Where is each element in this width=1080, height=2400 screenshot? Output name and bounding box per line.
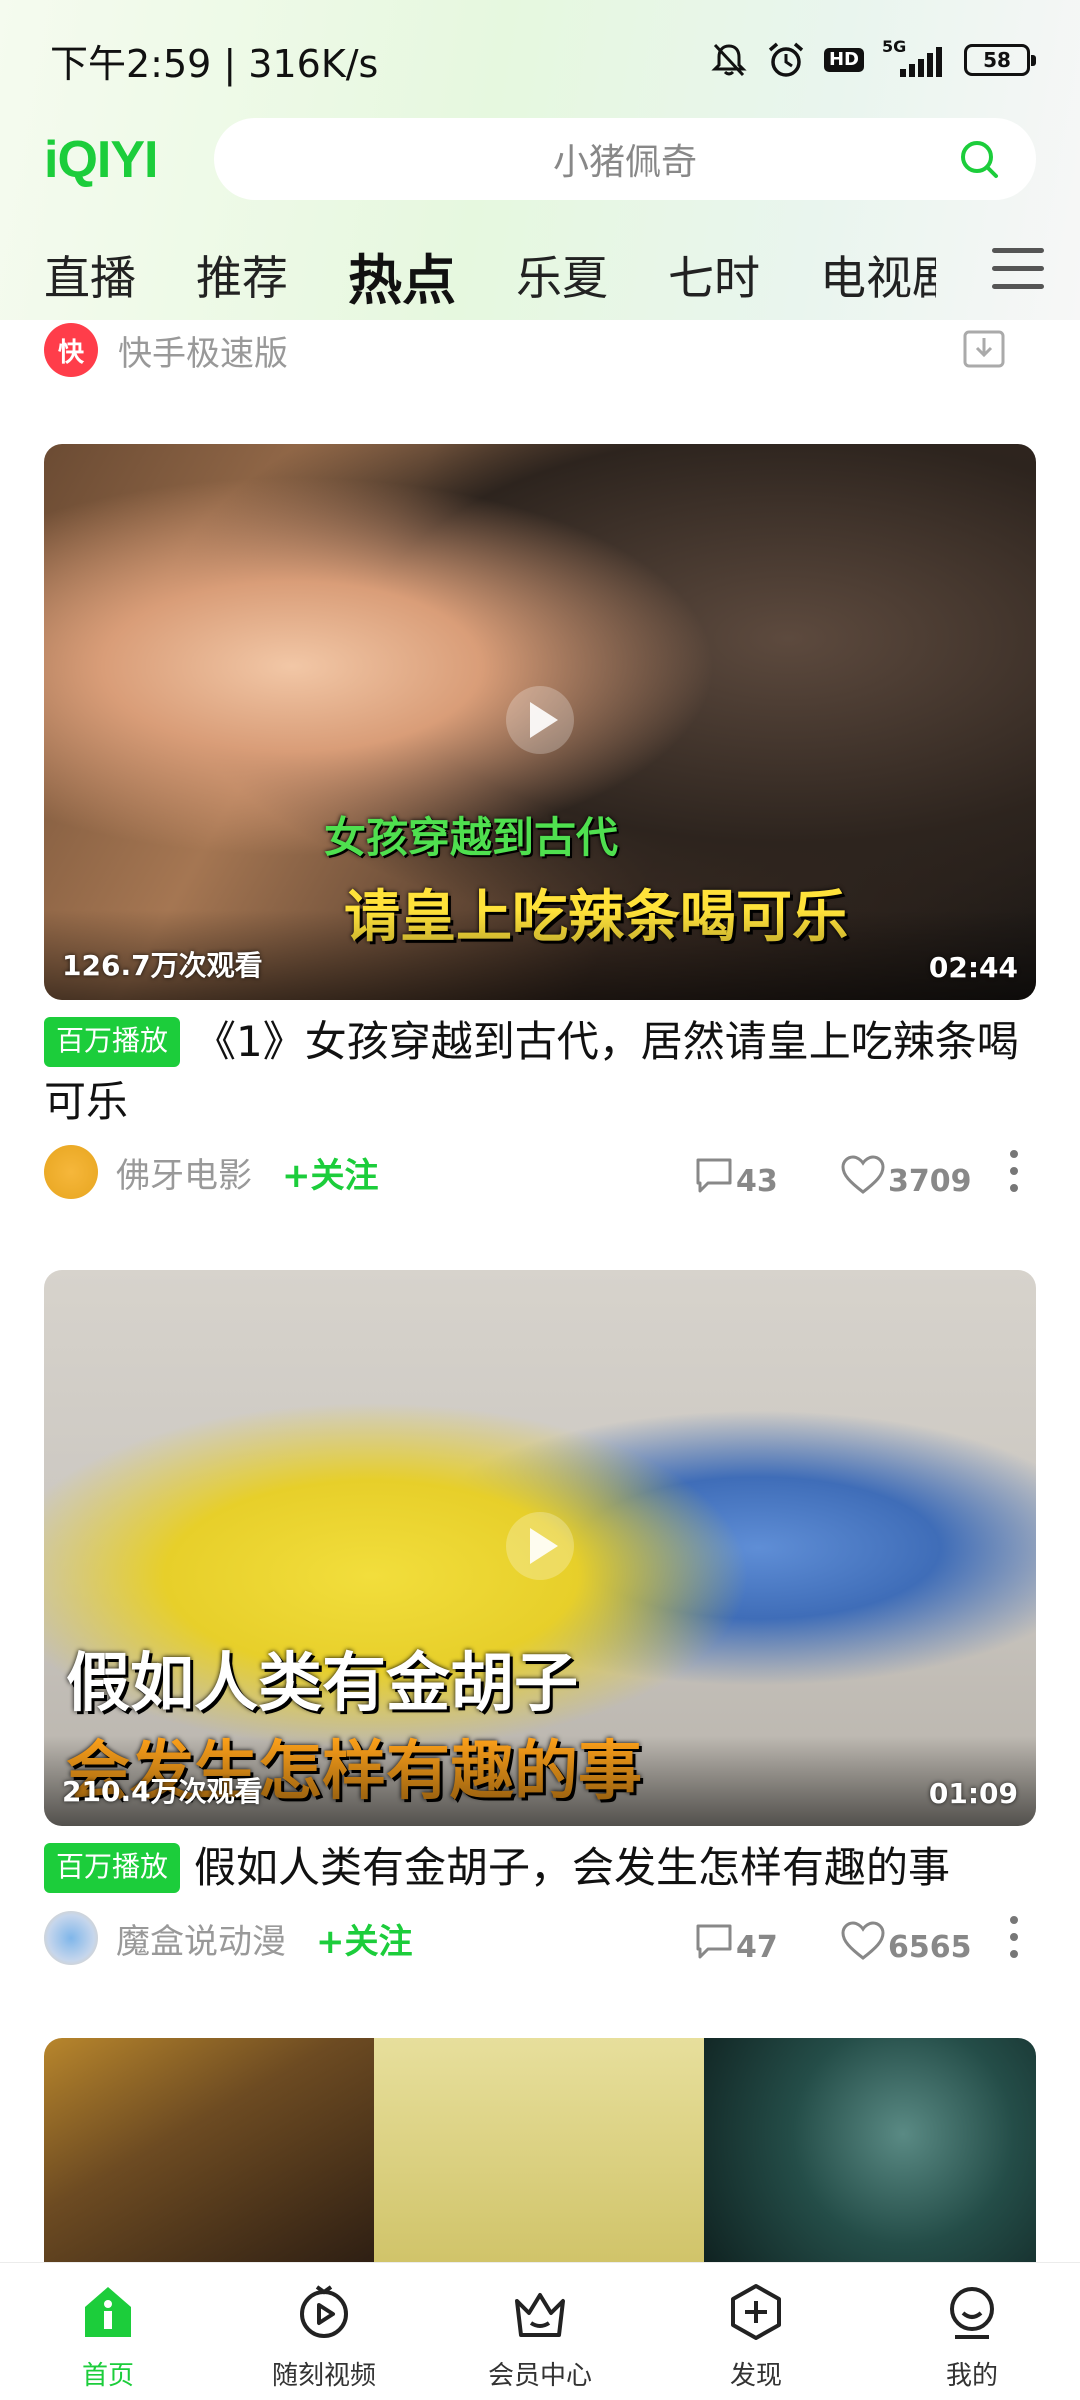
mute-bell-icon: [711, 43, 747, 77]
tab-live[interactable]: 直播: [44, 242, 136, 308]
nav-label: 首页: [81, 2361, 134, 2391]
menu-icon[interactable]: [992, 248, 1044, 298]
video-card[interactable]: 女孩穿越到古代 请皇上吃辣条喝可乐 126.7万次观看 02:44 百万播放《1…: [44, 444, 1036, 1202]
kuaishou-app-icon: 快: [44, 323, 98, 377]
status-bar: 下午2:59 | 316K/s HD 5G 58: [0, 0, 1080, 120]
search-input[interactable]: 小猪佩奇: [214, 118, 1036, 200]
video-card[interactable]: 假如人类有金胡子 会发生怎样有趣的事 210.4万次观看 01:09 百万播放假…: [44, 1270, 1036, 1968]
comment-button[interactable]: 43: [694, 1150, 778, 1199]
author-name[interactable]: 佛牙电影: [116, 1148, 252, 1197]
video-title[interactable]: 《1》女孩穿越到古代，居然请皇上吃辣条喝可乐: [44, 1017, 1019, 1126]
comment-button[interactable]: 47: [694, 1916, 778, 1965]
search-placeholder: 小猪佩奇: [552, 142, 697, 183]
tab-tv-series[interactable]: 电视剧: [820, 242, 936, 308]
view-count: 126.7万次观看: [62, 949, 263, 982]
video-thumbnail[interactable]: 女孩穿越到古代 请皇上吃辣条喝可乐 126.7万次观看 02:44: [44, 444, 1036, 1000]
nav-profile[interactable]: 我的: [864, 2263, 1080, 2392]
tab-recommend[interactable]: 推荐: [196, 242, 288, 308]
thumbnail-panel: [44, 2038, 374, 2278]
video-duration: 02:44: [928, 951, 1018, 984]
search-icon[interactable]: [958, 138, 1000, 180]
video-duration: 01:09: [928, 1777, 1018, 1810]
thumbnail-panel: [704, 2038, 1036, 2278]
comment-count: 47: [736, 1930, 778, 1965]
nav-label: 我的: [945, 2361, 998, 2391]
like-button[interactable]: 3709: [840, 1150, 972, 1199]
video-thumbnail[interactable]: 假如人类有金胡子 会发生怎样有趣的事 210.4万次观看 01:09: [44, 1270, 1036, 1826]
battery-icon: 58: [964, 44, 1036, 76]
avatar[interactable]: [44, 1145, 98, 1199]
tab-hot[interactable]: 热点: [348, 236, 456, 315]
nav-label: 会员中心: [487, 2361, 592, 2391]
tab-summer-music[interactable]: 乐夏: [516, 242, 608, 308]
video-meta: 佛牙电影 +关注 43 3709: [44, 1142, 1036, 1202]
bottom-navigation: 首页 随刻视频 会员中心 发现 我的: [0, 2262, 1080, 2400]
thumbnail-panel: [374, 2038, 704, 2278]
follow-button[interactable]: +关注: [316, 1914, 413, 1963]
like-count: 3709: [888, 1164, 972, 1199]
nav-label: 发现: [729, 2361, 782, 2391]
channel-tabs: 直播 推荐 热点 乐夏 七时 电视剧: [0, 232, 1080, 318]
home-icon: [85, 2287, 131, 2337]
thumbnail-caption-top: 假如人类有金胡子: [66, 1647, 578, 1721]
avatar[interactable]: [44, 1911, 98, 1965]
video-meta: 魔盒说动漫 +关注 47 6565: [44, 1908, 1036, 1968]
like-button[interactable]: 6565: [840, 1916, 972, 1965]
nav-discover[interactable]: 发现: [648, 2263, 864, 2392]
hd-badge: HD: [823, 48, 864, 72]
profile-icon: [950, 2287, 994, 2339]
status-time-speed: 下午2:59 | 316K/s: [50, 41, 379, 86]
video-title-row[interactable]: 百万播放 《1》女孩穿越到古代，居然请皇上吃辣条喝可乐: [44, 1012, 1036, 1132]
author-name[interactable]: 魔盒说动漫: [116, 1914, 286, 1963]
video-title-row[interactable]: 百万播放 假如人类有金胡子，会发生怎样有趣的事: [44, 1838, 1036, 1898]
more-options-icon[interactable]: [1010, 1150, 1022, 1196]
crown-icon: [515, 2293, 565, 2337]
iqiyi-logo[interactable]: iQIYI: [44, 130, 158, 190]
alarm-icon: [768, 42, 804, 77]
nav-label: 随刻视频: [271, 2361, 376, 2391]
like-count: 6565: [888, 1930, 972, 1965]
nav-vip-center[interactable]: 会员中心: [432, 2263, 648, 2392]
ad-app-name: 快手极速版: [118, 333, 288, 374]
comment-icon: [696, 1158, 732, 1192]
thumbnail-caption-top: 女孩穿越到古代: [324, 813, 619, 862]
more-options-icon[interactable]: [1010, 1916, 1022, 1962]
million-plays-badge: 百万播放: [44, 1843, 181, 1893]
comment-icon: [696, 1924, 732, 1958]
ad-row[interactable]: 快 快手极速版: [44, 320, 1036, 380]
plus-hexagon-icon: [731, 2284, 781, 2340]
status-icons: HD 5G 58: [710, 37, 1036, 80]
comment-count: 43: [736, 1164, 778, 1199]
download-icon[interactable]: [962, 326, 1006, 370]
follow-button[interactable]: +关注: [282, 1148, 379, 1197]
battery-level: 58: [983, 48, 1011, 72]
nav-suike-video[interactable]: 随刻视频: [216, 2263, 432, 2392]
play-icon[interactable]: [504, 1510, 576, 1582]
play-circle-icon: [300, 2285, 348, 2338]
heart-icon: [841, 1154, 885, 1194]
play-icon[interactable]: [504, 684, 576, 756]
signal-icon: 5G: [882, 37, 946, 79]
video-title[interactable]: 假如人类有金胡子，会发生怎样有趣的事: [194, 1843, 950, 1892]
video-thumbnail[interactable]: [44, 2038, 1036, 2278]
view-count: 210.4万次观看: [62, 1775, 263, 1808]
heart-icon: [841, 1920, 885, 1960]
tab-seven[interactable]: 七时: [668, 242, 760, 308]
million-plays-badge: 百万播放: [44, 1017, 181, 1067]
app-header: iQIYI 小猪佩奇: [0, 112, 1080, 204]
nav-home[interactable]: 首页: [0, 2263, 216, 2392]
